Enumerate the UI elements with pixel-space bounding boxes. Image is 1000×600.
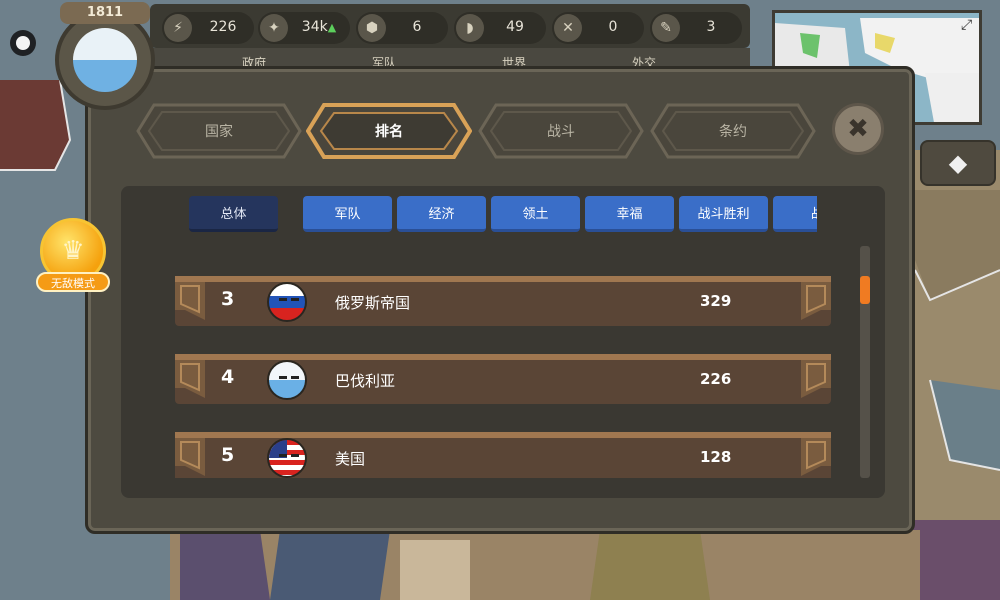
resource-gold[interactable]: ✦ 34k▲ xyxy=(258,12,350,44)
country-name: 俄罗斯帝国 xyxy=(335,294,411,312)
flag-icon xyxy=(267,438,307,478)
category-economy[interactable]: 经济 xyxy=(397,196,486,232)
tab-label: 条约 xyxy=(719,124,747,140)
menu-toggle-button[interactable] xyxy=(10,30,36,56)
resource-value: 0 xyxy=(608,19,618,35)
resource-value: 3 xyxy=(706,19,716,35)
tab-label: 国家 xyxy=(205,124,233,140)
resource-value: 6 xyxy=(412,19,422,35)
close-button[interactable]: ✖ xyxy=(832,103,884,155)
industry-icon: ⬢ xyxy=(358,14,386,42)
resource-treaties[interactable]: ✎ 3 xyxy=(650,12,742,44)
rank-number: 5 xyxy=(221,444,235,466)
category-territory[interactable]: 领土 xyxy=(491,196,580,232)
tab-label: 排名 xyxy=(375,124,403,140)
resource-energy[interactable]: ⚡ 226 xyxy=(162,12,254,44)
flag-icon xyxy=(267,282,307,322)
ranking-row[interactable]: 5 美国 128 xyxy=(175,432,831,478)
gold-icon: ✦ xyxy=(260,14,288,42)
country-score: 329 xyxy=(700,292,732,310)
swords-icon: ✕ xyxy=(554,14,582,42)
rankings-content: 总体 军队 经济 领土 幸福 战斗胜利 战 3 xyxy=(121,186,885,498)
diamond-shop-button[interactable]: ◆ xyxy=(920,140,996,186)
country-name: 巴伐利亚 xyxy=(335,372,396,390)
ranking-row[interactable]: 4 巴伐利亚 226 xyxy=(175,354,831,404)
ranking-list[interactable]: 3 俄罗斯帝国 329 4 巴伐利亚 226 5 美国 128 xyxy=(121,242,873,478)
category-army[interactable]: 军队 xyxy=(303,196,392,232)
rank-number: 4 xyxy=(221,366,235,388)
expand-icon[interactable]: ⤢ xyxy=(961,17,972,33)
flag-icon xyxy=(267,360,307,400)
resource-value: 34k xyxy=(301,19,328,35)
category-tabs: 总体 军队 经济 领土 幸福 战斗胜利 战 xyxy=(189,196,817,232)
country-score: 128 xyxy=(700,448,732,466)
invincible-mode-label: 无敌模式 xyxy=(36,272,110,292)
player-country-ball xyxy=(73,28,137,92)
category-happiness[interactable]: 幸福 xyxy=(585,196,674,232)
resource-industry[interactable]: ⬢ 6 xyxy=(356,12,448,44)
arrow-up-icon: ▲ xyxy=(327,21,337,34)
year-badge: 1811 xyxy=(60,2,150,24)
category-battle-wins[interactable]: 战斗胜利 xyxy=(679,196,768,232)
lightning-icon: ⚡ xyxy=(164,14,192,42)
ranking-row[interactable]: 3 俄罗斯帝国 329 xyxy=(175,276,831,326)
manpower-icon: ◗ xyxy=(456,14,484,42)
scrollbar-thumb[interactable] xyxy=(860,276,870,304)
ranking-scrollbar[interactable] xyxy=(860,246,870,478)
close-icon: ✖ xyxy=(847,114,869,144)
tab-label: 战斗 xyxy=(547,124,575,140)
resource-wars[interactable]: ✕ 0 xyxy=(552,12,644,44)
resource-bar: ⚡ 226 ✦ 34k▲ ⬢ 6 ◗ 49 ✕ 0 ✎ 3 xyxy=(150,4,750,48)
pen-icon: ✎ xyxy=(652,14,680,42)
country-name: 美国 xyxy=(335,450,366,468)
resource-value: 226 xyxy=(209,19,237,35)
rank-number: 3 xyxy=(221,288,235,310)
tab-ranking[interactable]: 排名 xyxy=(306,103,472,159)
resource-manpower[interactable]: ◗ 49 xyxy=(454,12,546,44)
resource-value: 49 xyxy=(506,19,524,35)
category-battle-partial[interactable]: 战 xyxy=(773,196,817,232)
invincible-mode-button[interactable]: ♛ 无敌模式 xyxy=(36,218,110,298)
tab-country[interactable]: 国家 xyxy=(136,103,302,159)
rankings-panel: 国家 排名 战斗 条约 ✖ 总体 军队 经济 领土 幸福 战斗胜利 战 xyxy=(85,66,915,534)
diamond-icon: ◆ xyxy=(948,149,968,177)
category-overall[interactable]: 总体 xyxy=(189,196,278,232)
player-avatar-ring[interactable] xyxy=(55,10,155,110)
tab-treaty[interactable]: 条约 xyxy=(650,103,816,159)
tab-battle[interactable]: 战斗 xyxy=(478,103,644,159)
country-score: 226 xyxy=(700,370,732,388)
